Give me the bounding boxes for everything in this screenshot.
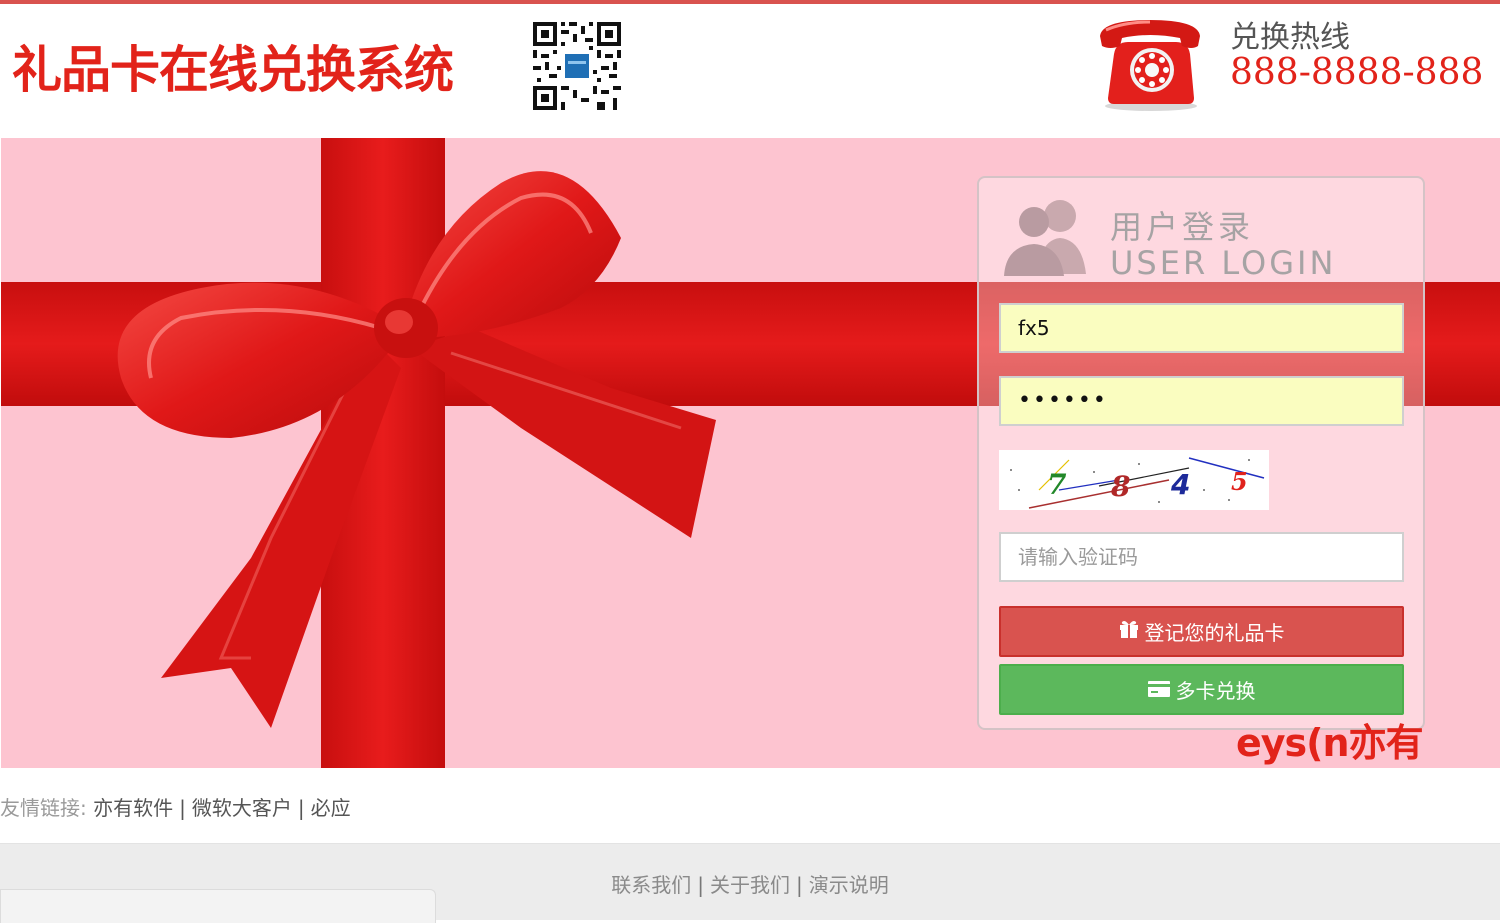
- friend-link-bing[interactable]: 必应: [311, 796, 351, 820]
- brand-logo: eys(n亦有: [1236, 721, 1424, 765]
- friend-links-label: 友情链接:: [0, 796, 87, 820]
- page-footer: 联系我们 | 关于我们 | 演示说明: [0, 843, 1500, 923]
- captcha-digit-3: 4: [1170, 468, 1190, 501]
- register-button-label: 登记您的礼品卡: [1144, 621, 1285, 645]
- footer-tab-panel: [0, 889, 436, 923]
- gift-icon: [1119, 619, 1139, 644]
- captcha-digit-1: 7: [1047, 468, 1067, 501]
- hotline-label: 兑换热线: [1230, 20, 1350, 55]
- password-input[interactable]: ••••••: [999, 376, 1404, 426]
- captcha-image[interactable]: 7 8 4 5: [999, 450, 1269, 510]
- footer-link-contact[interactable]: 联系我们: [611, 873, 691, 897]
- login-title-en: USER LOGIN: [1110, 244, 1337, 282]
- captcha-input[interactable]: [999, 532, 1404, 582]
- captcha-digit-2: 8: [1110, 470, 1130, 503]
- hotline-number: 888-8888-888: [1230, 52, 1484, 93]
- telephone-icon: [1100, 20, 1200, 111]
- divider: |: [297, 796, 305, 820]
- login-title-cn: 用户登录: [1110, 208, 1255, 246]
- page-header: 礼品卡在线兑换系统 兑换热线 888-8888-888: [0, 4, 1500, 138]
- credit-card-icon: [1147, 678, 1170, 702]
- friend-links: 友情链接: 亦有软件 | 微软大客户 | 必应: [0, 792, 351, 821]
- friend-link-microsoft[interactable]: 微软大客户: [192, 796, 292, 820]
- users-icon: [1004, 200, 1086, 276]
- footer-link-demo[interactable]: 演示说明: [809, 873, 889, 897]
- login-heading: 用户登录 USER LOGIN: [1004, 196, 1334, 286]
- register-gift-card-button[interactable]: 登记您的礼品卡: [999, 606, 1404, 657]
- friend-link-yiyou[interactable]: 亦有软件: [93, 796, 173, 820]
- divider: |: [796, 873, 803, 897]
- divider: |: [697, 873, 704, 897]
- divider: |: [179, 796, 186, 820]
- captcha-digit-4: 5: [1231, 467, 1248, 496]
- username-input[interactable]: [999, 303, 1404, 353]
- site-title: 礼品卡在线兑换系统: [12, 41, 454, 99]
- multi-button-label: 多卡兑换: [1175, 679, 1256, 703]
- multi-card-exchange-button[interactable]: 多卡兑换: [999, 664, 1404, 715]
- footer-link-about[interactable]: 关于我们: [710, 873, 790, 897]
- qr-code-icon: [531, 20, 623, 112]
